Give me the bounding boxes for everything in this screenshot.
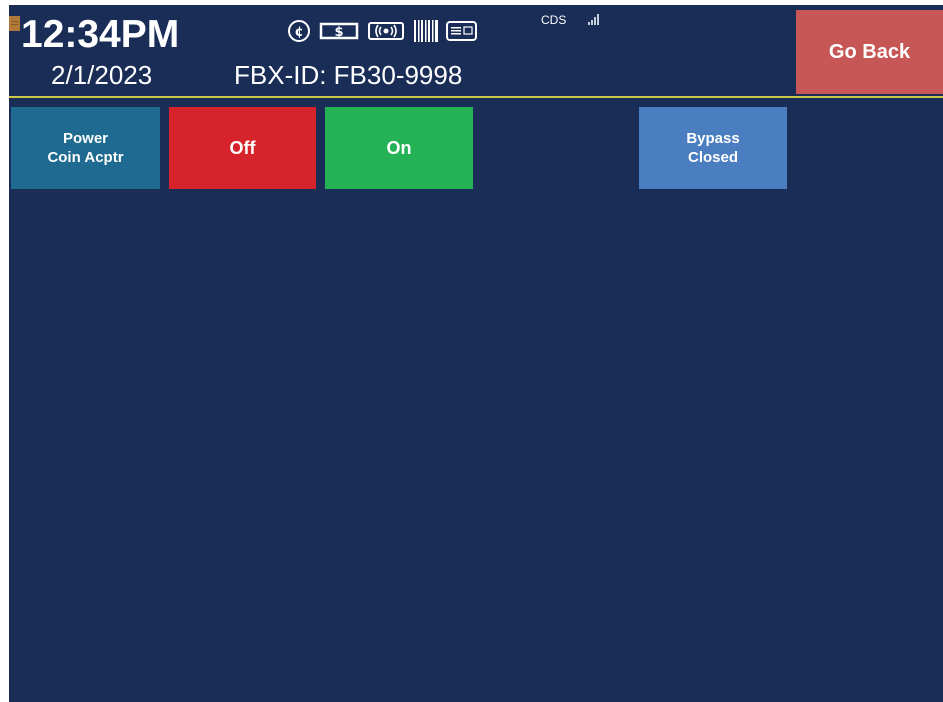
svg-text:$: $ — [334, 25, 343, 40]
bypass-closed-button[interactable]: Bypass Closed — [639, 107, 787, 189]
contactless-icon — [368, 22, 404, 40]
header: 12:34PM 2/1/2023 FBX-ID: FB30-9998 ¢ $ C… — [9, 5, 943, 96]
bypass-label-line1: Bypass — [686, 130, 740, 147]
date: 2/1/2023 — [51, 60, 153, 90]
device-label-line1: Power — [62, 130, 108, 147]
go-back-button[interactable]: Go Back — [796, 10, 943, 94]
header-divider — [9, 96, 943, 98]
network-label: CDS — [541, 13, 567, 27]
screen: 12:34PM 2/1/2023 FBX-ID: FB30-9998 ¢ $ C… — [9, 5, 943, 702]
device-label-line2: Coin Acptr — [47, 149, 124, 166]
signal-strength-icon — [588, 13, 602, 25]
clock-time: 12:34PM — [21, 13, 180, 56]
bill-icon: $ — [319, 22, 359, 40]
menu-icon[interactable] — [9, 16, 20, 31]
on-button[interactable]: On — [325, 107, 473, 189]
bypass-label-line2: Closed — [687, 149, 738, 166]
fbx-id: FBX-ID: FB30-9998 — [234, 60, 463, 90]
card-reader-icon — [446, 21, 477, 41]
barcode-icon — [414, 20, 438, 42]
off-button[interactable]: Off — [169, 107, 316, 189]
device-label-power-coin-acceptor: Power Coin Acptr — [11, 107, 160, 189]
svg-text:¢: ¢ — [294, 25, 303, 40]
coin-icon: ¢ — [288, 20, 310, 42]
